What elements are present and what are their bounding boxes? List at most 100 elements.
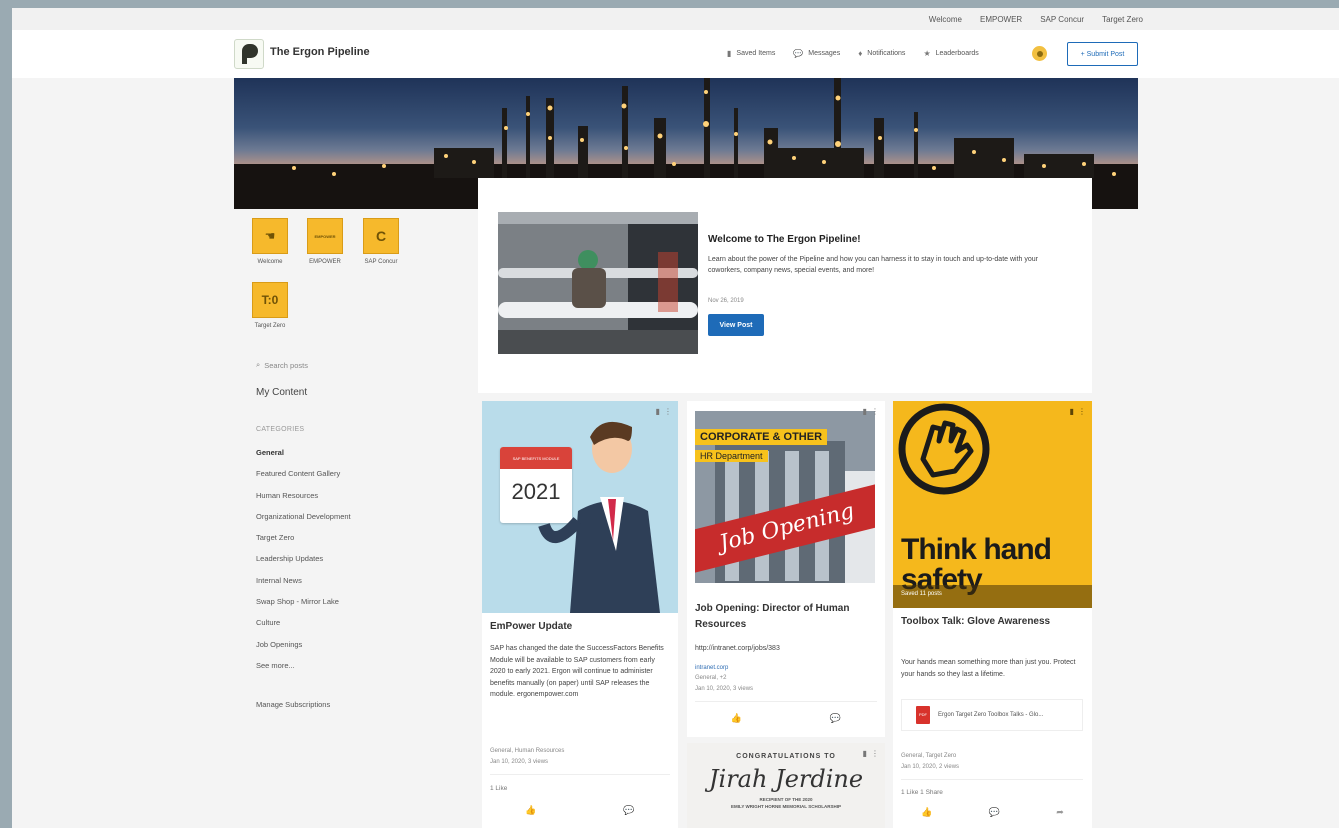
share-icon[interactable]: ➦ (1056, 807, 1064, 818)
job-banner-title: CORPORATE & OTHER (695, 429, 828, 445)
logo[interactable] (234, 39, 264, 69)
card-menu[interactable]: ▮ ⋮ (1070, 407, 1086, 416)
bookmark-icon[interactable]: ▮ (1070, 407, 1074, 416)
card-body: SAP has changed the date the SuccessFact… (490, 645, 664, 698)
featured-post-date: Nov 26, 2019 (708, 298, 744, 304)
post-image-toolbox[interactable]: Think hand safety Saved 11 posts (893, 401, 1092, 608)
quick-link-label: EMPOWER (309, 259, 341, 265)
utility-link-welcome[interactable]: Welcome (929, 15, 962, 24)
empower-logo-icon: EMPOWER (307, 218, 343, 254)
bookmark-icon: ▮ (727, 49, 732, 58)
category-leadership-updates[interactable]: Leadership Updates (256, 554, 426, 575)
like-icon[interactable]: 👍 (525, 805, 536, 816)
image-overlay: Saved 11 posts (893, 585, 1092, 608)
see-more-link[interactable]: See more... (256, 661, 426, 682)
submit-post-button[interactable]: + Submit Post (1067, 42, 1138, 66)
category-human-resources[interactable]: Human Resources (256, 491, 426, 512)
nav-messages[interactable]: 💬 Messages (793, 49, 840, 58)
bell-icon: ♦ (858, 49, 863, 58)
post-image-job[interactable]: CORPORATE & OTHER HR Department Job Open… (695, 411, 875, 583)
card-menu[interactable]: ▮ ⋮ (656, 407, 672, 416)
congrats-heading: CONGRATULATIONS TO (736, 753, 836, 760)
like-icon[interactable]: 👍 (731, 713, 742, 724)
more-icon[interactable]: ⋮ (664, 407, 672, 416)
categories-heading: CATEGORIES (256, 426, 305, 433)
featured-post-description: Learn about the power of the Pipeline an… (708, 256, 1038, 274)
view-post-button[interactable]: View Post (708, 314, 764, 336)
utility-link-empower[interactable]: EMPOWER (980, 15, 1022, 24)
manage-subscriptions-link[interactable]: Manage Subscriptions (256, 700, 330, 709)
post-card-congratulations: CONGRATULATIONS TO Jirah Jerdine RECIPIE… (687, 743, 885, 828)
quick-links: ☚ Welcome EMPOWER EMPOWER C SAP Concur T… (242, 218, 442, 340)
post-image-empower[interactable]: SAP BENEFITS MODULE 2021 (482, 401, 678, 613)
card-categories: General, Target Zero (901, 753, 957, 759)
star-icon: ★ (923, 49, 931, 58)
category-organizational-development[interactable]: Organizational Development (256, 512, 426, 533)
card-title[interactable]: Toolbox Talk: Glove Awareness (901, 614, 1081, 630)
attachment[interactable]: PDF Ergon Target Zero Toolbox Talks - Gl… (901, 699, 1083, 731)
featured-post-title[interactable]: Welcome to The Ergon Pipeline! (708, 234, 861, 245)
bookmark-icon[interactable]: ▮ (863, 749, 867, 758)
search-input[interactable]: ⌕ Search posts (256, 356, 422, 374)
nav-notifications[interactable]: ♦ Notifications (858, 49, 905, 58)
comment-icon[interactable]: 💬 (623, 805, 634, 816)
post-card-toolbox-talk: Think hand safety Saved 11 posts ▮ ⋮ Tool… (893, 401, 1092, 828)
card-date: Jan 10, 2020, 3 views (695, 686, 754, 692)
like-count: 1 Like (490, 785, 508, 792)
card-title[interactable]: Job Opening: Director of Human Resources (695, 601, 865, 633)
comment-icon[interactable]: 💬 (830, 713, 841, 724)
user-avatar[interactable] (1032, 46, 1047, 61)
category-job-openings[interactable]: Job Openings (256, 640, 426, 661)
pipeline-logo-icon (240, 44, 258, 64)
comment-icon[interactable]: 💬 (989, 807, 1000, 818)
nav-label: Messages (808, 50, 841, 57)
my-content-link[interactable]: My Content (256, 387, 307, 398)
nav-saved-items[interactable]: ▮ Saved Items (727, 49, 775, 58)
quick-link-label: Target Zero (254, 323, 286, 329)
category-swap-shop[interactable]: Swap Shop - Mirror Lake (256, 597, 426, 618)
header-nav: ▮ Saved Items 💬 Messages ♦ Notifications… (727, 49, 979, 58)
utility-link-sap-concur[interactable]: SAP Concur (1040, 15, 1084, 24)
utility-link-target-zero[interactable]: Target Zero (1102, 15, 1143, 24)
card-date: Jan 10, 2020, 2 views (901, 764, 960, 770)
quick-link-sap-concur[interactable]: C SAP Concur (353, 218, 409, 265)
quick-link-target-zero[interactable]: T:0 Target Zero (242, 282, 298, 329)
divider (490, 774, 670, 775)
card-menu[interactable]: ▮ ⋮ (863, 407, 879, 416)
quick-link-welcome[interactable]: ☚ Welcome (242, 218, 298, 265)
card-actions: 👍 💬 (482, 805, 678, 816)
category-culture[interactable]: Culture (256, 618, 426, 639)
card-title[interactable]: EmPower Update (490, 619, 670, 635)
businessman-illustration (538, 421, 660, 613)
job-source[interactable]: intranet.corp (695, 663, 728, 673)
congrats-name: Jirah Jerdine (708, 765, 864, 793)
more-icon[interactable]: ⋮ (871, 407, 879, 416)
site-title[interactable]: The Ergon Pipeline (270, 46, 370, 58)
card-actions: 👍 💬 (687, 713, 885, 724)
quick-link-empower[interactable]: EMPOWER EMPOWER (297, 218, 353, 265)
hand-wave-icon: ☚ (252, 218, 288, 254)
quick-link-label: SAP Concur (364, 259, 398, 265)
category-featured-content-gallery[interactable]: Featured Content Gallery (256, 469, 426, 490)
more-icon[interactable]: ⋮ (1078, 407, 1086, 416)
featured-post-image[interactable] (498, 212, 698, 354)
nav-label: Saved Items (736, 50, 776, 57)
target-zero-logo-icon: T:0 (252, 282, 288, 318)
nav-leaderboards[interactable]: ★ Leaderboards (923, 49, 978, 58)
worker-pipes-image (498, 212, 698, 354)
bookmark-icon[interactable]: ▮ (863, 407, 867, 416)
card-categories: General, +2 (695, 675, 727, 681)
card-actions: 👍 💬 ➦ (893, 807, 1092, 818)
category-target-zero[interactable]: Target Zero (256, 533, 426, 554)
more-icon[interactable]: ⋮ (871, 749, 879, 758)
nav-label: Leaderboards (935, 50, 979, 57)
featured-post-card: Welcome to The Ergon Pipeline! Learn abo… (478, 178, 1092, 393)
bookmark-icon[interactable]: ▮ (656, 407, 660, 416)
job-link[interactable]: http://intranet.corp/jobs/383 (695, 643, 875, 655)
search-icon: ⌕ (256, 360, 261, 369)
category-general[interactable]: General (256, 448, 426, 469)
like-icon[interactable]: 👍 (921, 807, 932, 818)
category-internal-news[interactable]: Internal News (256, 576, 426, 597)
card-date: Jan 10, 2020, 3 views (490, 759, 549, 765)
card-menu[interactable]: ▮ ⋮ (863, 749, 879, 758)
